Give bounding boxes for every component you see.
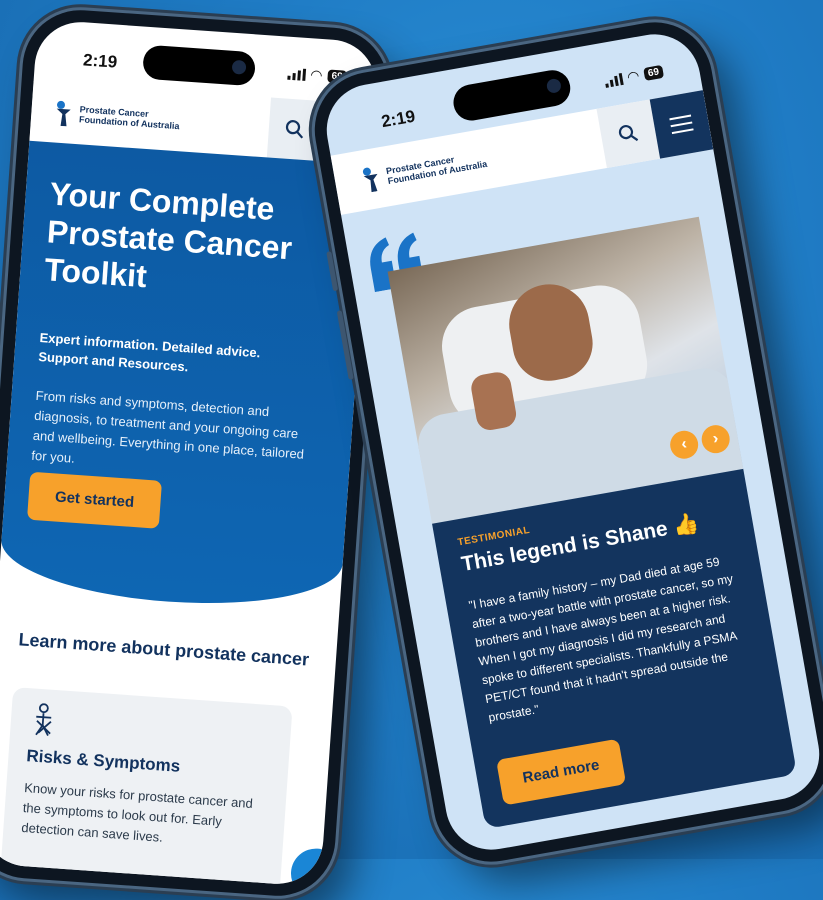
signal-icon: [604, 72, 624, 88]
search-icon: [618, 124, 639, 142]
hero-body: From risks and symptoms, detection and d…: [30, 387, 305, 466]
right-phone: 2:19 ◠ 69 Prostate Cancer Foundation of …: [305, 13, 823, 871]
prev-arrow-icon: ‹: [679, 435, 689, 454]
dynamic-island: [450, 67, 574, 124]
hero-subtitle: Expert information. Detailed advice. Sup…: [37, 330, 261, 375]
status-time: 2:19: [379, 106, 417, 132]
wifi-icon: ◠: [309, 66, 324, 84]
signal-icon: [286, 67, 306, 81]
testimonial-quote: "I have a family history – my Dad died a…: [467, 554, 738, 725]
status-icons: ◠ 69: [603, 63, 665, 90]
menu-button[interactable]: [649, 90, 714, 159]
menu-icon: [669, 114, 694, 135]
next-arrow-icon: ›: [711, 429, 720, 448]
person-ribbon-icon: [35, 703, 52, 736]
card-body: Know your risks for prostate cancer and …: [20, 780, 254, 845]
hero-section: Your Complete Prostate Cancer Toolkit Ex…: [0, 140, 371, 614]
testimonial-card: TESTIMONIAL This legend is Shane 👍 "I ha…: [432, 468, 798, 830]
chat-bubble[interactable]: [289, 846, 343, 887]
learn-heading: Learn more about prostate cancer: [17, 629, 310, 670]
status-time: 2:19: [82, 50, 118, 72]
card-title: Risks & Symptoms: [25, 746, 181, 776]
dynamic-island: [142, 44, 257, 87]
logo[interactable]: Prostate Cancer Foundation of Australia: [53, 99, 270, 140]
hero-title: Your Complete Prostate Cancer Toolkit: [43, 175, 294, 295]
risks-card[interactable]: Risks & Symptoms Know your risks for pro…: [0, 687, 293, 887]
search-icon: [285, 120, 304, 139]
read-more-button[interactable]: Read more: [496, 738, 627, 806]
battery-indicator: 69: [643, 64, 665, 81]
right-screen: 2:19 ◠ 69 Prostate Cancer Foundation of …: [319, 27, 823, 857]
logo-icon: [53, 99, 77, 127]
logo[interactable]: Prostate Cancer Foundation of Australia: [359, 126, 604, 194]
get-started-button[interactable]: Get started: [26, 471, 163, 529]
logo-icon: [359, 164, 385, 193]
wifi-icon: ◠: [625, 67, 641, 85]
